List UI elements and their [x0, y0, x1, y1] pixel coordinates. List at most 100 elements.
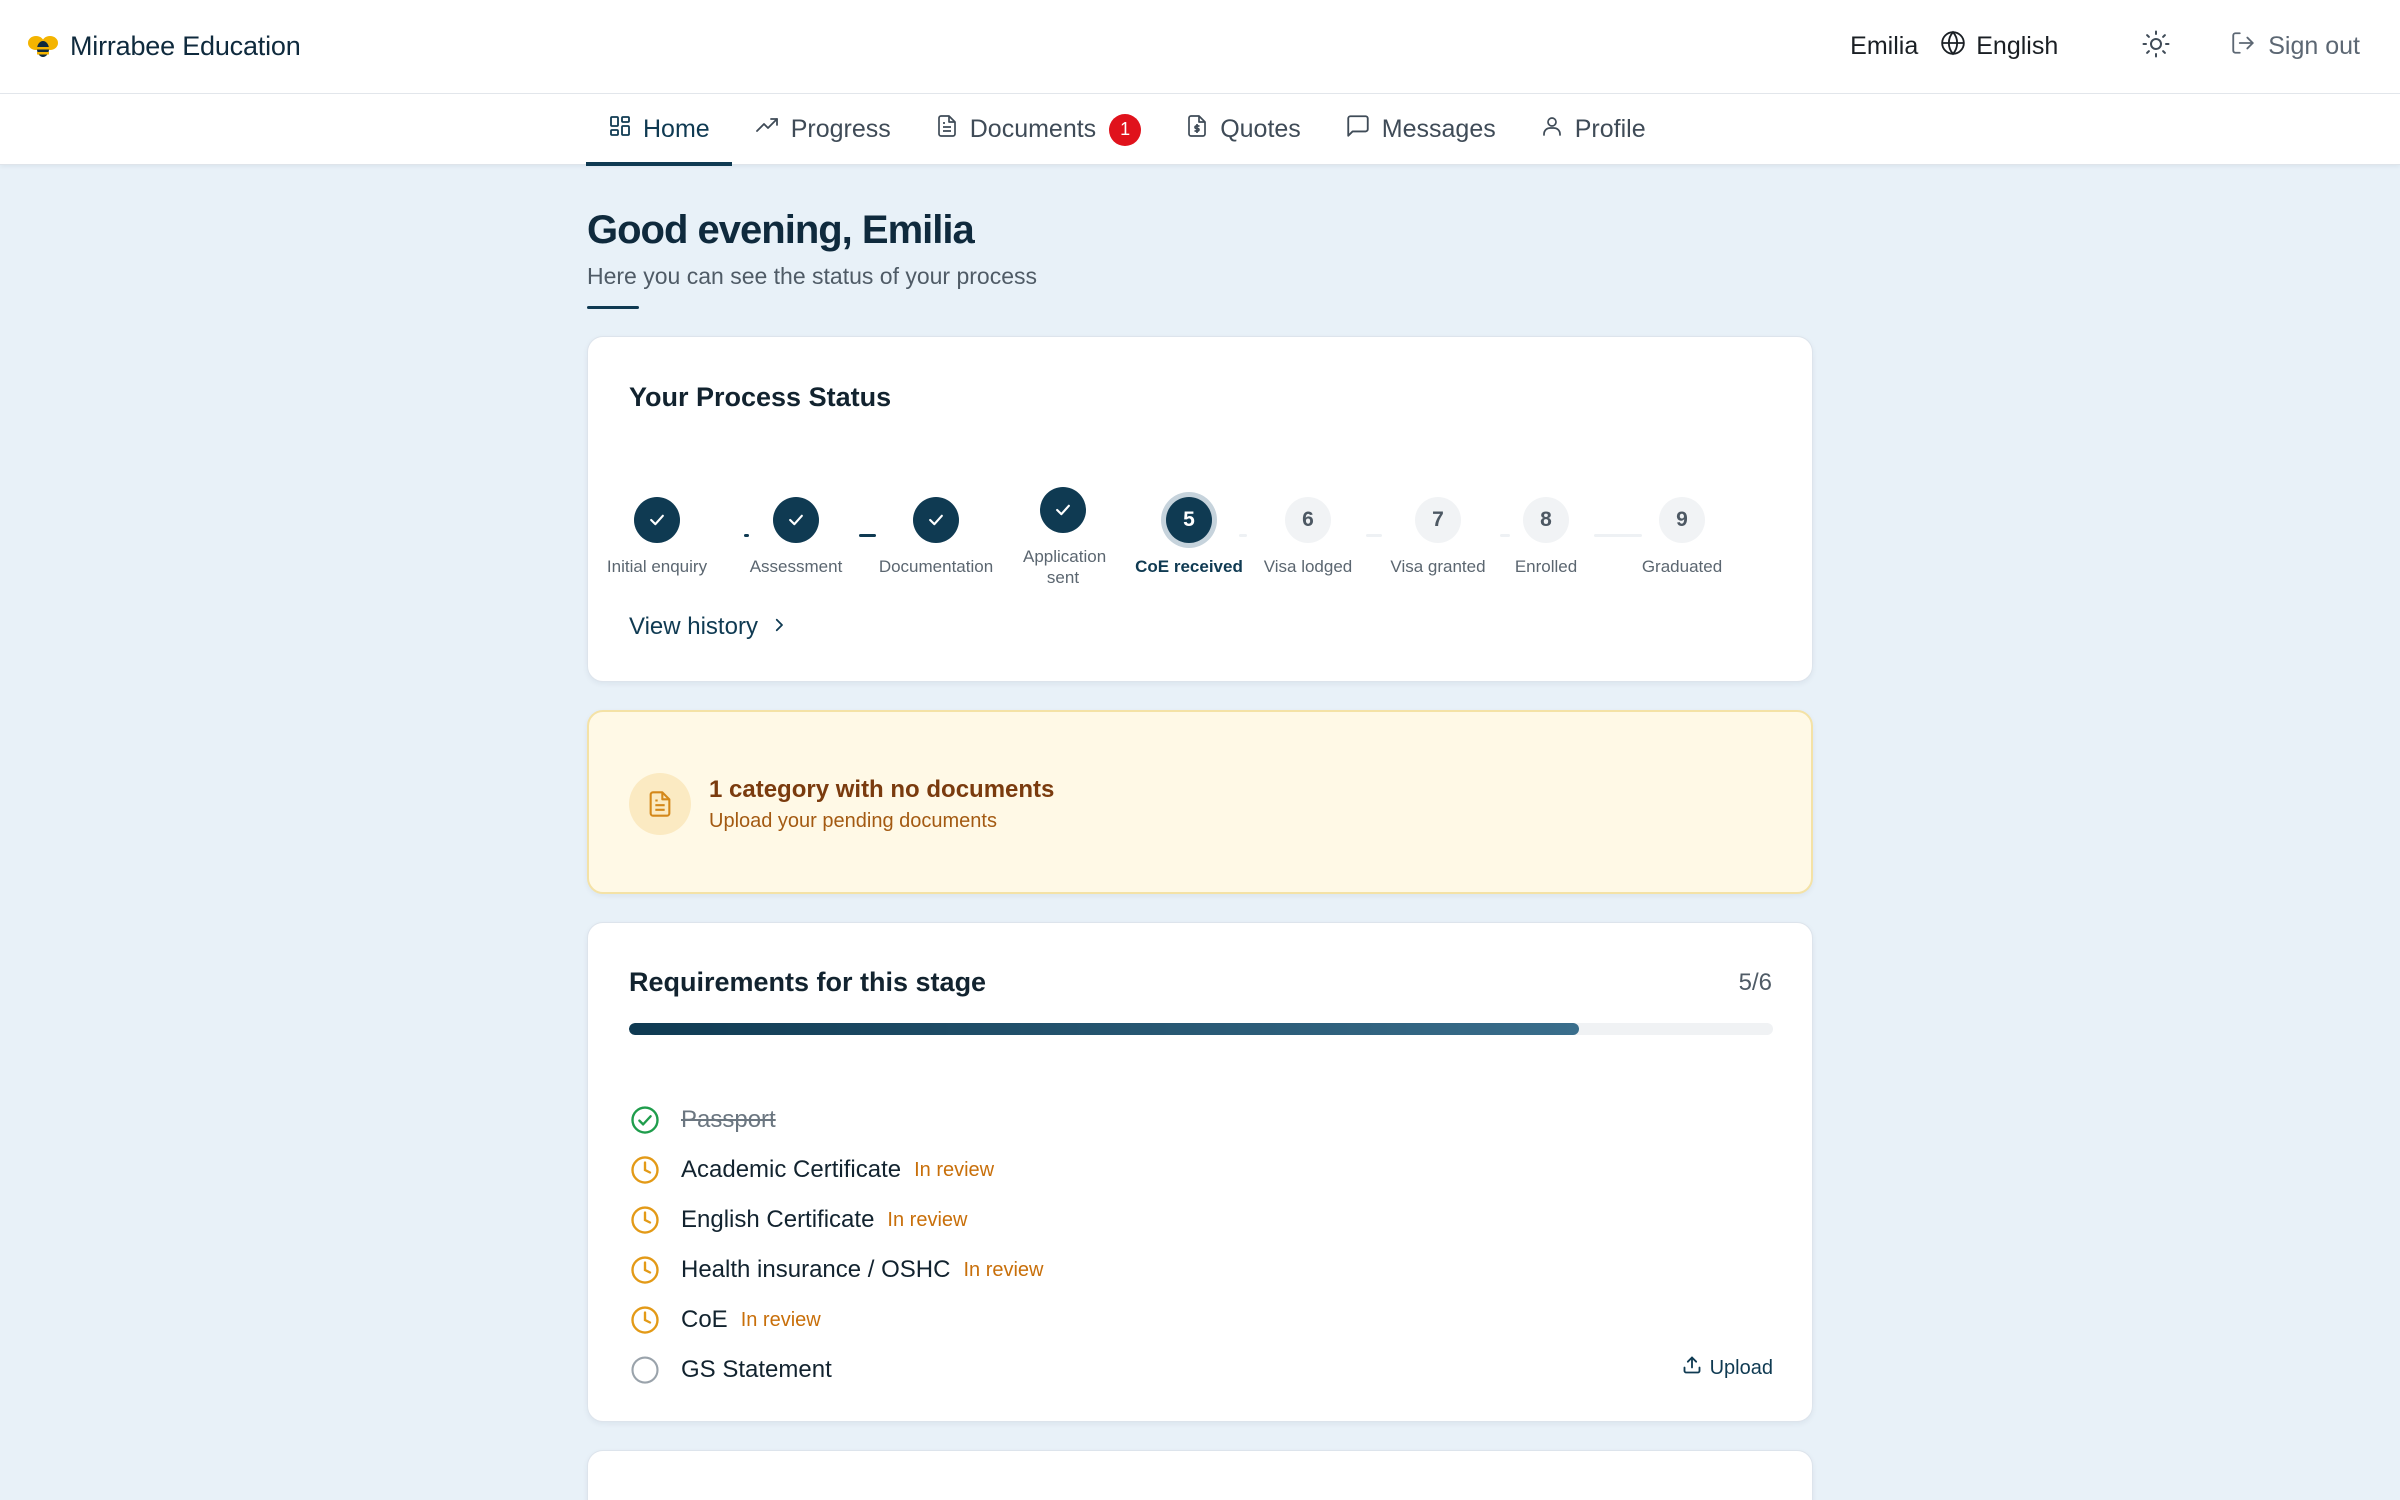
step-number: 8 — [1523, 497, 1569, 543]
status-badge: In review — [740, 1308, 821, 1331]
sign-out-button[interactable]: Sign out — [2230, 30, 2360, 63]
tab-quotes[interactable]: Quotes — [1163, 94, 1323, 165]
requirements-card: Requirements for this stage 5/6 Passport… — [587, 922, 1813, 1422]
requirement-name: Passport — [681, 1106, 776, 1133]
view-history-link[interactable]: View history — [629, 613, 788, 641]
chat-icon — [1345, 113, 1371, 146]
step-coe-received[interactable]: 5 CoE received — [1124, 497, 1254, 577]
document-icon — [629, 773, 691, 835]
status-badge: In review — [887, 1208, 968, 1231]
trending-up-icon — [754, 114, 780, 145]
list-item: Passport — [629, 1095, 1773, 1145]
sign-out-label: Sign out — [2268, 32, 2360, 60]
dashboard-icon — [608, 114, 632, 145]
tab-profile-label: Profile — [1574, 115, 1646, 143]
sun-icon — [2141, 29, 2171, 64]
globe-icon — [1940, 30, 1966, 63]
step-label: Documentation — [878, 557, 994, 576]
requirement-name: CoE — [681, 1306, 728, 1333]
requirements-progress-fill — [629, 1023, 1579, 1035]
brand[interactable]: Mirrabee Education — [26, 30, 301, 64]
alert-title: 1 category with no documents — [709, 776, 1055, 803]
upload-label: Upload — [1709, 1356, 1773, 1379]
step-number: 7 — [1415, 497, 1461, 543]
chevron-right-icon — [770, 613, 788, 641]
step-number: 9 — [1659, 497, 1705, 543]
requirements-progress-bar — [629, 1023, 1773, 1035]
language-label: English — [1976, 32, 2059, 60]
page-title: Good evening, Emilia — [587, 208, 975, 252]
step-label: Assessment — [749, 557, 843, 576]
dollar-document-icon — [1185, 113, 1209, 146]
next-card — [587, 1450, 1813, 1500]
tab-progress-label: Progress — [790, 115, 891, 143]
greeting-section: Good evening, Emilia Here you can see th… — [587, 208, 1037, 309]
step-number: 6 — [1285, 497, 1331, 543]
view-history-label: View history — [629, 613, 758, 640]
step-label: Application sent — [1023, 547, 1107, 587]
documents-count-badge: 1 — [1109, 113, 1142, 146]
requirements-count: 5/6 — [1738, 969, 1772, 996]
step-label: CoE received — [1135, 557, 1243, 576]
sign-out-icon — [2230, 30, 2256, 63]
page-subtitle: Here you can see the status of your proc… — [587, 263, 1038, 289]
tab-quotes-label: Quotes — [1220, 115, 1301, 143]
check-icon — [913, 497, 959, 543]
status-badge: In review — [914, 1158, 995, 1181]
process-stepper: Initial enquiry Assessment Documentation… — [588, 487, 1814, 607]
tab-documents-label: Documents — [969, 115, 1097, 143]
tab-home-label: Home — [643, 115, 710, 143]
step-label: Initial enquiry — [606, 557, 708, 576]
step-number: 5 — [1166, 497, 1212, 543]
step-assessment[interactable]: Assessment — [731, 497, 861, 577]
tab-messages-label: Messages — [1381, 115, 1496, 143]
tab-documents[interactable]: Documents 1 — [913, 94, 1163, 165]
status-badge: In review — [963, 1258, 1044, 1281]
main-nav: Home Progress Documents 1 Quotes Message… — [0, 94, 2400, 166]
step-application-sent[interactable]: Application sent — [998, 487, 1128, 588]
step-enrolled[interactable]: 8 Enrolled — [1481, 497, 1611, 577]
clock-icon — [629, 1154, 661, 1186]
step-graduated[interactable]: 9 Graduated — [1617, 497, 1747, 577]
tab-home[interactable]: Home — [586, 94, 732, 166]
step-visa-lodged[interactable]: 6 Visa lodged — [1243, 497, 1373, 577]
title-underline — [587, 306, 639, 309]
list-item: English Certificate In review — [629, 1195, 1773, 1245]
requirement-name: Academic Certificate — [681, 1156, 902, 1183]
bee-logo-icon — [26, 30, 60, 64]
upload-icon — [1682, 1355, 1702, 1381]
clock-icon — [629, 1204, 661, 1236]
step-documentation[interactable]: Documentation — [871, 497, 1001, 577]
tab-profile[interactable]: Profile — [1518, 94, 1668, 165]
empty-circle-icon — [629, 1354, 661, 1386]
requirements-title: Requirements for this stage — [629, 967, 987, 997]
requirement-name: English Certificate — [681, 1206, 875, 1233]
process-status-card: Your Process Status Initial enquiry Asse… — [587, 336, 1813, 682]
list-item: Academic Certificate In review — [629, 1145, 1773, 1195]
step-initial-enquiry[interactable]: Initial enquiry — [592, 497, 722, 577]
check-icon — [634, 497, 680, 543]
pending-documents-alert[interactable]: 1 category with no documents Upload your… — [587, 710, 1813, 894]
user-icon — [1540, 113, 1564, 146]
tab-messages[interactable]: Messages — [1323, 94, 1518, 165]
top-bar: Mirrabee Education Emilia English Sign o… — [0, 0, 2400, 94]
language-selector[interactable]: English — [1940, 30, 2058, 63]
check-icon — [1040, 487, 1086, 533]
list-item: CoE In review — [629, 1295, 1773, 1345]
step-label: Visa lodged — [1263, 557, 1353, 576]
step-label: Visa granted — [1390, 557, 1486, 576]
upload-button[interactable]: Upload — [1682, 1355, 1773, 1381]
list-item: Health insurance / OSHC In review — [629, 1245, 1773, 1295]
requirements-list: Passport Academic Certificate In review … — [629, 1095, 1773, 1395]
theme-toggle-button[interactable] — [2136, 27, 2176, 67]
requirement-name: GS Statement — [681, 1356, 832, 1383]
user-name: Emilia — [1850, 32, 1919, 60]
alert-subtitle: Upload your pending documents — [709, 810, 997, 832]
tab-progress[interactable]: Progress — [732, 94, 913, 165]
step-label: Graduated — [1641, 557, 1723, 576]
clock-icon — [629, 1254, 661, 1286]
brand-name: Mirrabee Education — [70, 31, 301, 61]
process-status-title: Your Process Status — [629, 382, 892, 412]
check-icon — [773, 497, 819, 543]
document-icon — [935, 113, 959, 146]
